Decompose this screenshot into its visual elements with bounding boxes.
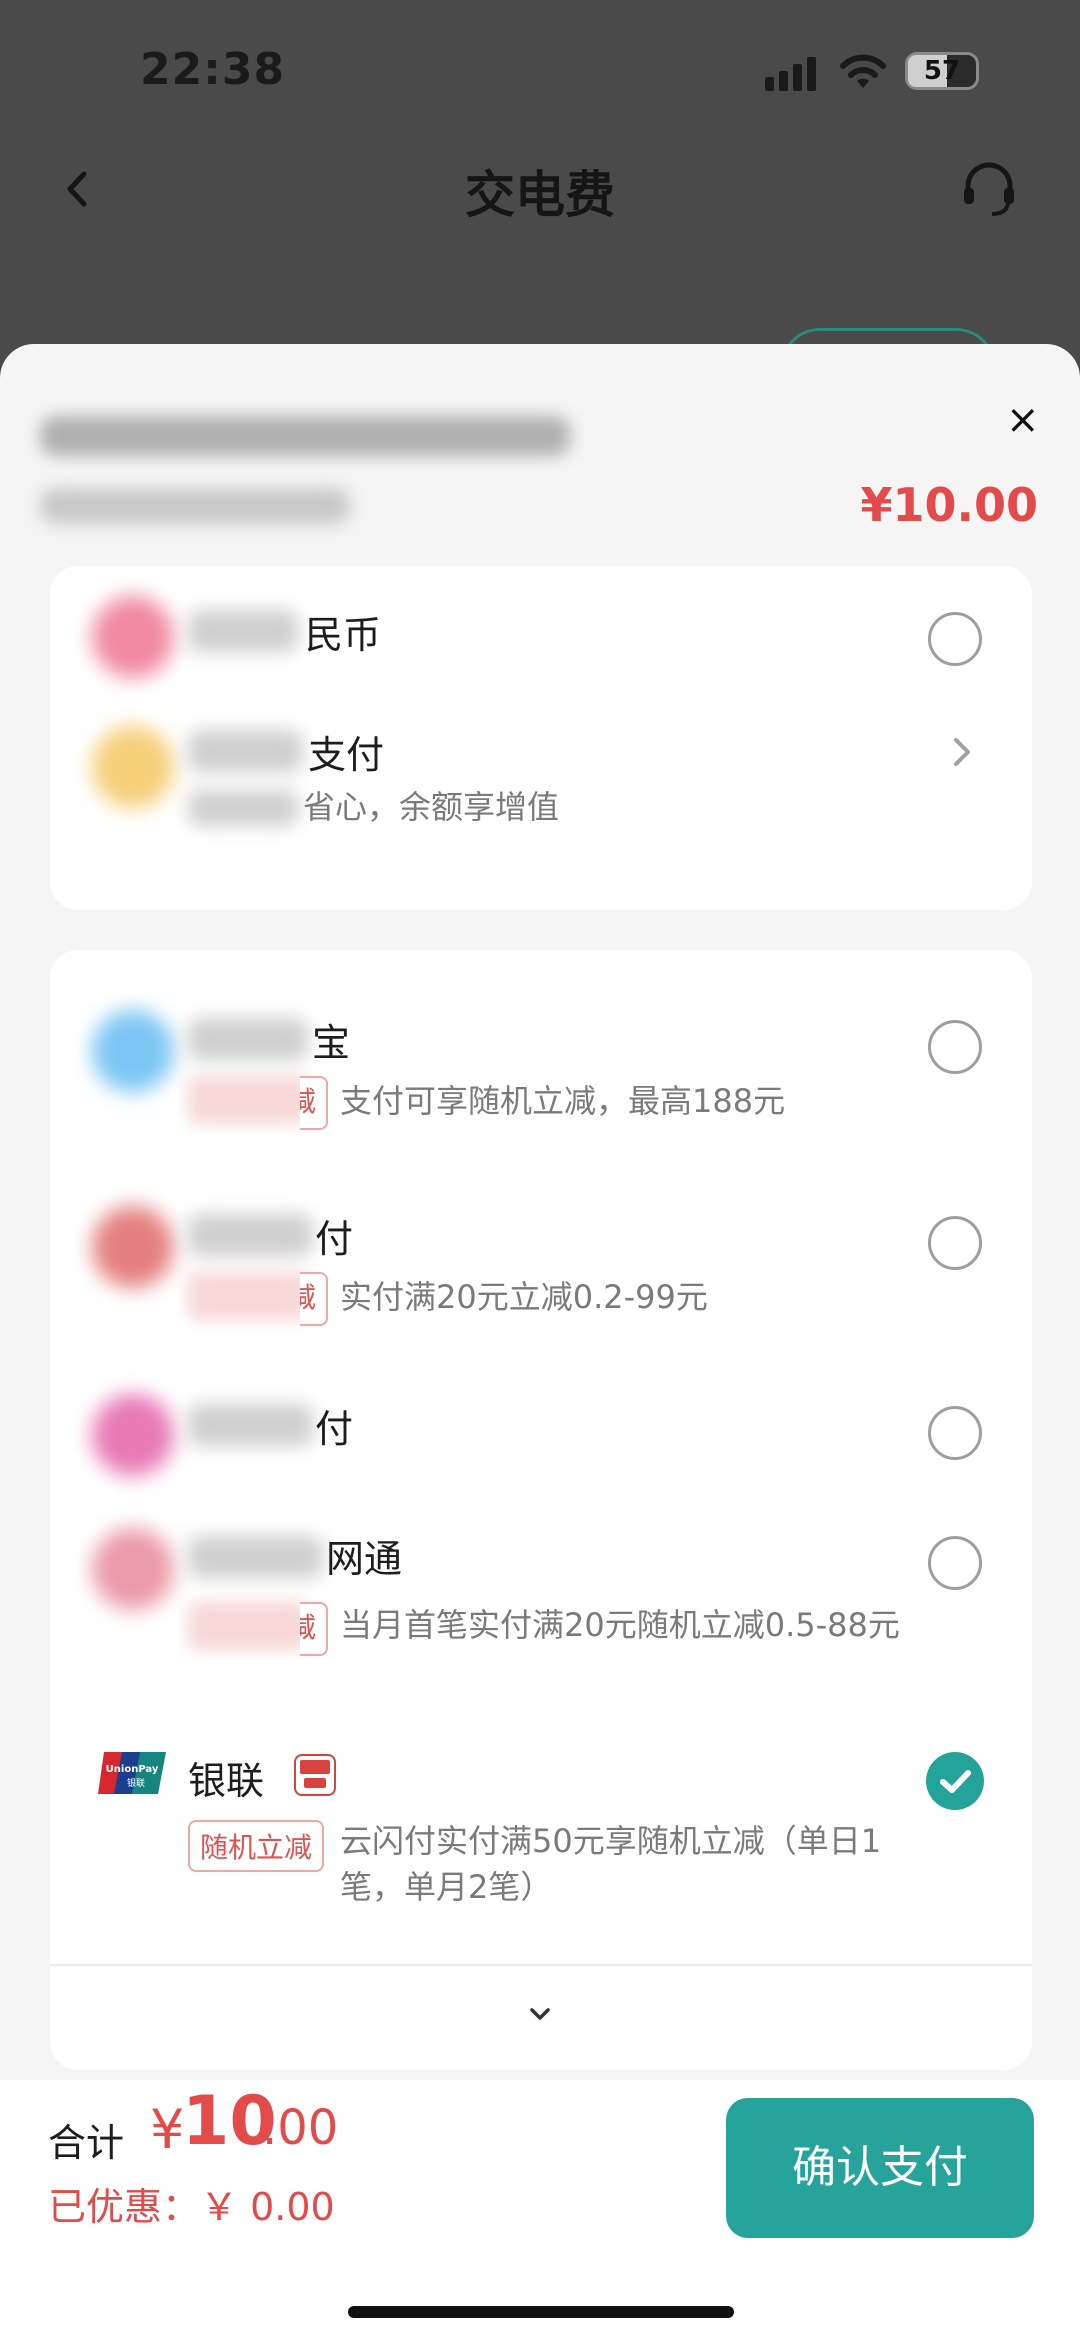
total-label: 合计	[48, 2121, 125, 2165]
option-label: 宝	[312, 1021, 351, 1065]
option-sub: 省心，余额享增值	[303, 788, 560, 826]
promo-tag: 减	[300, 1272, 328, 1326]
option-name-blurred	[188, 1018, 308, 1060]
merchant-sub-blurred	[40, 488, 350, 524]
close-icon[interactable]: ×	[1006, 400, 1040, 440]
total-amount-decimal: .00	[262, 2100, 339, 2156]
promo-tag-blurred	[188, 1272, 308, 1320]
svg-text:UnionPay: UnionPay	[106, 1764, 159, 1775]
cloud-quickpass-icon	[294, 1754, 336, 1796]
payment-methods-main: 宝 减 支付可享随机立减，最高188元 付 减 实付满20元立减0.2-99元 …	[50, 950, 1032, 2070]
payment-methods-top: 民币 支付 省心，余额享增值	[50, 566, 1032, 910]
promo-tag-blurred	[188, 1076, 308, 1124]
page-title: 交电费	[465, 166, 615, 224]
discount-text: 已优惠：￥ 0.00	[48, 2185, 335, 2229]
radio-button[interactable]	[928, 1216, 982, 1270]
merchant-name-blurred	[40, 416, 570, 456]
confirm-pay-button[interactable]: 确认支付	[726, 2098, 1034, 2238]
radio-button[interactable]	[928, 1020, 982, 1074]
payment-option-balance[interactable]: 支付 省心，余额享增值	[50, 696, 1032, 910]
payment-option-3[interactable]: 付	[50, 1380, 1032, 1490]
customer-service-icon[interactable]	[958, 158, 1020, 220]
payment-option-1[interactable]: 宝 减 支付可享随机立减，最高188元	[50, 990, 1032, 1160]
option-label: 支付	[308, 733, 385, 777]
option-name-blurred	[188, 1214, 313, 1256]
option-icon	[92, 726, 174, 808]
option-icon	[92, 1206, 174, 1288]
option-sub: 当月首笔实付满20元随机立减0.5-88元	[340, 1606, 900, 1644]
option-label: 付	[315, 1407, 354, 1451]
promo-tag: 减	[300, 1602, 328, 1656]
promo-tag: 随机立减	[188, 1820, 325, 1872]
radio-button[interactable]	[928, 1406, 982, 1460]
radio-button[interactable]	[928, 1536, 982, 1590]
payment-option-currency[interactable]: 民币	[50, 566, 1032, 696]
option-name-blurred	[188, 1404, 313, 1446]
home-indicator[interactable]	[348, 2306, 734, 2318]
battery-level: 57	[923, 56, 961, 86]
payment-option-2[interactable]: 付 减 实付满20元立减0.2-99元	[50, 1186, 1032, 1356]
chevron-down-icon[interactable]	[520, 2000, 560, 2030]
option-sub: 实付满20元立减0.2-99元	[340, 1278, 708, 1316]
chevron-right-icon	[954, 738, 970, 766]
option-sub: 支付可享随机立减，最高188元	[340, 1082, 786, 1120]
promo-tag-blurred	[188, 1602, 308, 1650]
option-label: 付	[315, 1217, 354, 1261]
option-icon	[92, 596, 174, 678]
payment-option-unionpay[interactable]: UnionPay 银联 银联 随机立减 云闪付实付满50元享随机立减（单日1笔，…	[50, 1726, 1032, 1916]
option-icon	[92, 1528, 174, 1610]
battery-icon: 57	[905, 52, 979, 90]
promo-tag: 减	[300, 1076, 328, 1130]
order-amount: ¥10.00	[860, 478, 1038, 532]
check-circle-icon[interactable]	[926, 1752, 984, 1810]
option-label: 民币	[305, 613, 382, 657]
option-label: 网通	[326, 1537, 403, 1581]
svg-text:银联: 银联	[127, 1777, 145, 1789]
signal-icon	[765, 57, 817, 91]
option-sub: 云闪付实付满50元享随机立减（单日1笔，单月2笔）	[340, 1822, 882, 1906]
option-icon	[92, 1010, 174, 1092]
option-name-blurred	[188, 730, 303, 772]
wifi-icon	[840, 54, 886, 88]
unionpay-logo-icon: UnionPay 银联	[98, 1752, 166, 1794]
option-sub-blurred	[188, 790, 298, 826]
status-time: 22:38	[140, 44, 286, 95]
option-name-blurred	[188, 610, 298, 652]
radio-button[interactable]	[928, 612, 982, 666]
option-icon	[92, 1394, 174, 1476]
divider	[50, 1964, 1032, 1966]
total-currency: ¥	[150, 2098, 185, 2161]
option-name-blurred	[188, 1536, 323, 1578]
option-label: 银联	[188, 1759, 265, 1803]
payment-option-4[interactable]: 网通 减 当月首笔实付满20元随机立减0.5-88元	[50, 1506, 1032, 1706]
